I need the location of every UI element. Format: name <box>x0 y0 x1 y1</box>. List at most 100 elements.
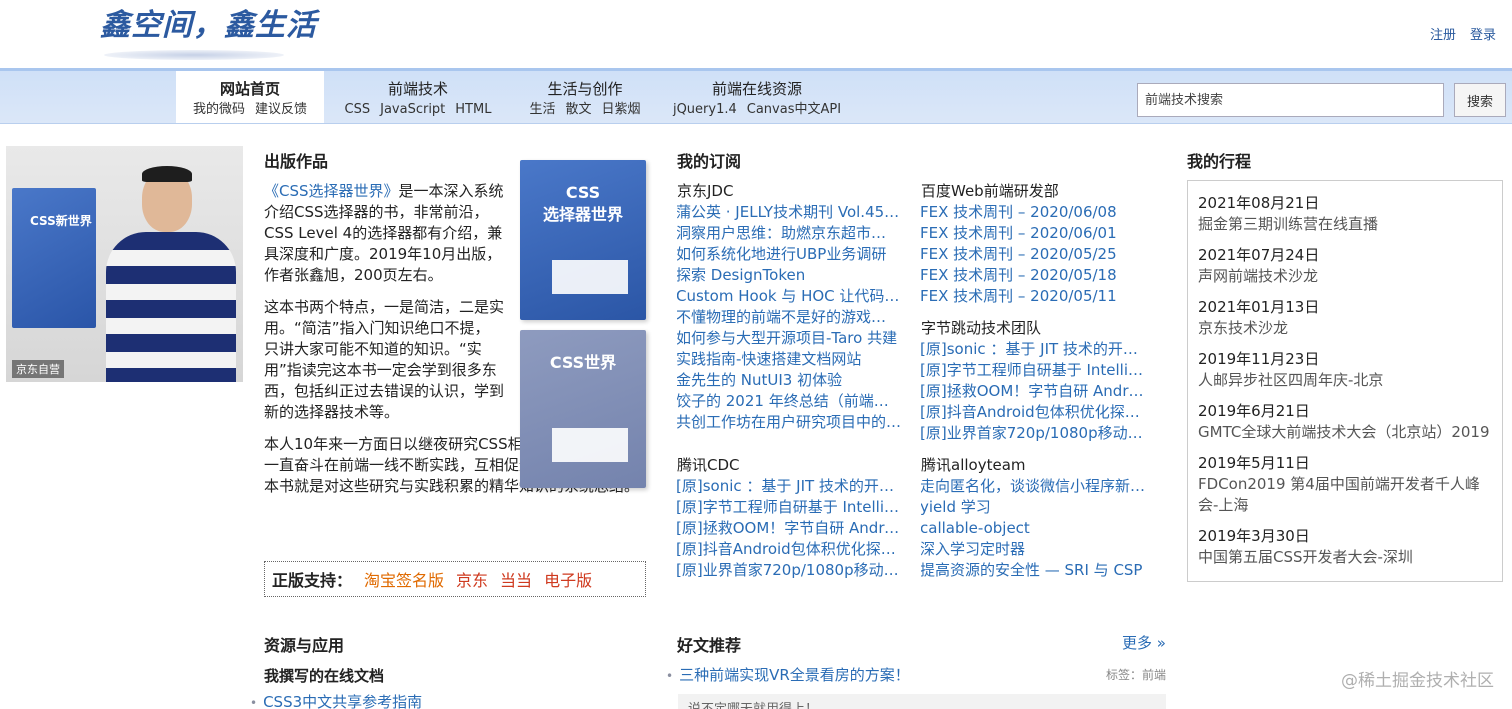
user-links: 注册 登录 <box>1430 24 1496 43</box>
itinerary-item: 2019年11月23日 人邮异步社区四周年庆-北京 <box>1198 349 1492 391</box>
subscription-link[interactable]: [原]业界首家720p/1080p移动… <box>921 424 1143 442</box>
nav-sub-rizi[interactable]: 日紫烟 <box>602 101 641 119</box>
subscription-link[interactable]: FEX 技术周刊 – 2020/05/25 <box>921 245 1117 263</box>
subscription-item: •[原]抖音Android包体积优化探索：… <box>677 539 901 560</box>
subscription-item: •不懂物理的前端不是好的游戏开发… <box>677 307 901 328</box>
publication-title: 出版作品 <box>264 152 329 171</box>
subscription-link[interactable]: 深入学习定时器 <box>921 540 1025 558</box>
more-articles-link[interactable]: 更多 » <box>1122 632 1166 653</box>
nav-title-frontend[interactable]: 前端技术 <box>338 79 498 99</box>
publication-para-2: 这本书两个特点，一是简洁，二是实用。“简洁”指入门知识绝口不提，只讲大家可能不知… <box>264 298 505 421</box>
nav-sub-jquery[interactable]: jQuery1.4 <box>673 101 737 119</box>
subscription-link[interactable]: 洞察用户思维：助燃京东超市频道… <box>677 224 901 242</box>
register-link[interactable]: 注册 <box>1430 24 1456 43</box>
sub-group-title: 腾讯alloyteam <box>921 456 1026 474</box>
subscription-link[interactable]: [原]拯救OOM！字节自研 Android … <box>677 519 901 537</box>
subscription-item: •探索 DesignToken <box>677 265 901 286</box>
book-cover-title-2: CSS世界 <box>549 353 617 372</box>
nav-item-home[interactable]: 网站首页 我的微码 建议反馈 <box>176 71 324 123</box>
logo-shadow <box>104 50 284 60</box>
book-link[interactable]: 《CSS选择器世界》 <box>264 182 399 200</box>
itinerary-date: 2019年6月21日 <box>1198 402 1310 420</box>
subscription-link[interactable]: FEX 技术周刊 – 2020/06/08 <box>921 203 1117 221</box>
subscription-item: •[原]sonic ：基于 JIT 技术的开… <box>921 339 1145 360</box>
subscription-item: •FEX 技术周刊 – 2020/05/25 <box>921 244 1145 265</box>
nav-sub-js[interactable]: JavaScript <box>380 101 445 119</box>
photo-body <box>106 232 236 382</box>
subscription-link[interactable]: 如何参与大型开源项目-Taro 共建 <box>677 329 897 347</box>
nav-sub-css[interactable]: CSS <box>345 101 371 119</box>
subscription-link[interactable]: FEX 技术周刊 – 2020/05/18 <box>921 266 1117 284</box>
subscription-item: •[原]抖音Android包体积优化探… <box>921 402 1145 423</box>
subscription-link[interactable]: [原]拯救OOM！字节自研 Andr… <box>921 382 1144 400</box>
nav-sub-weima[interactable]: 我的微码 <box>193 101 245 119</box>
itinerary-date: 2021年07月24日 <box>1198 246 1320 264</box>
nav-sub-essay[interactable]: 散文 <box>565 101 591 119</box>
subscription-link[interactable]: callable-object <box>921 519 1030 537</box>
subscription-link[interactable]: FEX 技术周刊 – 2020/06/01 <box>921 224 1117 242</box>
subscription-link[interactable]: FEX 技术周刊 – 2020/05/11 <box>921 287 1117 305</box>
nav-title-resources[interactable]: 前端在线资源 <box>672 79 842 99</box>
subscription-link[interactable]: 走向匿名化，谈谈微信小程序新… <box>921 477 1145 495</box>
bullet-icon: • <box>250 696 258 709</box>
author-photo[interactable]: CSS新世界 京东自营 <box>6 146 243 382</box>
nav-title-home[interactable]: 网站首页 <box>176 79 324 99</box>
subscription-link[interactable]: 饺子的 2021 年终总结（前端+… <box>677 392 901 410</box>
subscription-link[interactable]: 探索 DesignToken <box>677 266 805 284</box>
subscription-link[interactable]: 不懂物理的前端不是好的游戏开发… <box>677 308 901 326</box>
subscription-link[interactable]: 提高资源的安全性 — SRI 与 CSP <box>921 561 1142 579</box>
book-cover-strip <box>552 260 628 294</box>
subscription-link[interactable]: [原]sonic ：基于 JIT 技术的开… <box>921 340 1138 358</box>
subscription-link[interactable]: [原]字节工程师自研基于 IntelliJ… <box>921 361 1145 379</box>
nav-sub-html[interactable]: HTML <box>455 101 491 119</box>
subscription-item: •走向匿名化，谈谈微信小程序新… <box>921 476 1145 497</box>
nav-title-life[interactable]: 生活与创作 <box>520 79 650 99</box>
subscription-link[interactable]: [原]业界首家720p/1080p移动端实… <box>677 561 901 579</box>
itinerary-date: 2021年01月13日 <box>1198 298 1320 316</box>
sub-group-title: 京东JDC <box>677 182 734 200</box>
subscription-item: •如何系统化地进行UBP业务调研 <box>677 244 901 265</box>
itinerary-event: GMTC全球大前端技术大会（北京站）2019 <box>1198 423 1490 441</box>
nav-item-life[interactable]: 生活与创作 生活 散文 日紫烟 <box>520 71 650 123</box>
article-link[interactable]: 三种前端实现VR全景看房的方案！ <box>679 666 910 684</box>
sub-group-title: 百度Web前端研发部 <box>921 182 1059 200</box>
login-link[interactable]: 登录 <box>1470 24 1496 43</box>
support-ebook[interactable]: 电子版 <box>544 567 592 591</box>
subscription-link[interactable]: 蒲公英 · JELLY技术期刊 Vol.45 … <box>677 203 901 221</box>
search-input[interactable] <box>1137 83 1444 117</box>
resource-link[interactable]: CSS3中文共享参考指南 <box>263 693 422 709</box>
support-jd[interactable]: 京东 <box>456 567 488 591</box>
nav-item-frontend[interactable]: 前端技术 CSS JavaScript HTML <box>338 71 498 123</box>
subscription-link[interactable]: Custom Hook 与 HOC 让代码更… <box>677 287 901 305</box>
itinerary-item: 2019年3月30日 中国第五届CSS开发者大会-深圳 <box>1198 526 1492 568</box>
photo-hair <box>142 166 192 182</box>
support-label: 正版支持： <box>272 571 353 590</box>
subscription-item: •FEX 技术周刊 – 2020/06/08 <box>921 202 1145 223</box>
subscription-link[interactable]: 共创工作坊在用户研究项目中的… <box>677 413 901 431</box>
subscription-link[interactable]: [原]抖音Android包体积优化探… <box>921 403 1140 421</box>
subscription-item: •洞察用户思维：助燃京东超市频道… <box>677 223 901 244</box>
subscription-link[interactable]: [原]sonic ：基于 JIT 技术的开源全… <box>677 477 901 495</box>
subscription-link[interactable]: 金先生的 NutUI3 初体验 <box>677 371 842 389</box>
book-cover-cssworld[interactable]: CSS世界 <box>520 330 646 488</box>
nav-item-resources[interactable]: 前端在线资源 jQuery1.4 Canvas中文API <box>672 71 842 123</box>
nav-sub-feedback[interactable]: 建议反馈 <box>255 101 307 119</box>
subscription-link[interactable]: 如何系统化地进行UBP业务调研 <box>677 245 886 263</box>
subscription-link[interactable]: 实践指南-快速搭建文档网站 <box>677 350 861 368</box>
nav-sub-canvas[interactable]: Canvas中文API <box>747 101 841 119</box>
resources-subtitle: 我撰写的在线文档 <box>264 667 385 685</box>
subscription-link[interactable]: [原]抖音Android包体积优化探索：… <box>677 540 901 558</box>
itinerary-event: 中国第五届CSS开发者大会-深圳 <box>1198 548 1413 566</box>
site-logo[interactable]: 鑫空间，鑫生活 <box>100 4 316 62</box>
support-dangdang[interactable]: 当当 <box>500 567 532 591</box>
search-button[interactable]: 搜索 <box>1454 83 1506 117</box>
itinerary-event: 声网前端技术沙龙 <box>1198 267 1319 285</box>
support-taobao[interactable]: 淘宝签名版 <box>364 567 444 591</box>
subscription-link[interactable]: yield 学习 <box>921 498 991 516</box>
subscription-item: •蒲公英 · JELLY技术期刊 Vol.45 … <box>677 202 901 223</box>
subscription-link[interactable]: [原]字节工程师自研基于 IntelliJ 的… <box>677 498 901 516</box>
photo-book <box>12 188 96 328</box>
nav-sub-life[interactable]: 生活 <box>529 101 555 119</box>
book-cover-selector[interactable]: CSS 选择器世界 <box>520 160 646 320</box>
sub-group-baidu: 百度Web前端研发部 •FEX 技术周刊 – 2020/06/08 •FEX 技术… <box>921 181 1145 307</box>
